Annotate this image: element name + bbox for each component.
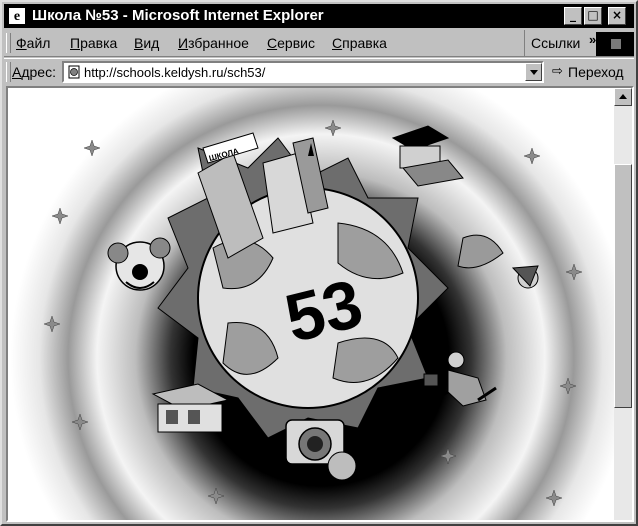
toolbar-grip[interactable]	[6, 62, 11, 82]
throbber	[596, 32, 634, 56]
menu-item-favorites[interactable]: Избранное	[178, 35, 249, 51]
menu-item-edit[interactable]: Правка	[70, 35, 117, 51]
close-icon: ×	[611, 8, 623, 22]
vertical-scrollbar[interactable]	[614, 88, 632, 520]
school-emblem: 53 ШКОЛА	[8, 88, 614, 520]
go-label: Переход	[568, 64, 624, 80]
maximize-button[interactable]: □	[584, 7, 602, 25]
url-input[interactable]	[84, 64, 504, 80]
dropdown-arrow-icon[interactable]	[525, 63, 542, 81]
menu-item-help[interactable]: Справка	[332, 35, 387, 51]
web-page[interactable]: 53 ШКОЛА	[8, 88, 614, 520]
title-bar[interactable]: e Школа №53 - Microsoft Internet Explore…	[4, 4, 634, 28]
scroll-thumb[interactable]	[614, 164, 632, 408]
menu-item-view[interactable]: Вид	[134, 35, 159, 51]
menu-item-tools[interactable]: Сервис	[267, 35, 315, 51]
scroll-up-icon[interactable]	[614, 88, 632, 106]
ie-logo-icon[interactable]: e	[8, 7, 26, 25]
browser-window: e Школа №53 - Microsoft Internet Explore…	[0, 0, 638, 526]
page-icon	[68, 65, 80, 79]
menu-item-file[interactable]: Файл	[16, 35, 50, 51]
windows-logo-icon	[611, 39, 621, 49]
address-bar: Адрес: ⇨ Переход	[4, 58, 634, 85]
close-button[interactable]: ×	[608, 7, 626, 25]
links-toolbar[interactable]: Ссылки »	[524, 30, 596, 56]
maximize-icon: □	[587, 8, 599, 22]
window-title: Школа №53 - Microsoft Internet Explorer	[32, 7, 324, 24]
minimize-icon: _	[570, 8, 576, 22]
toolbar-grip[interactable]	[6, 33, 11, 53]
address-label: Адрес:	[12, 64, 56, 80]
go-arrow-icon: ⇨	[552, 64, 563, 79]
minimize-button[interactable]: _	[564, 7, 582, 25]
menu-bar: Файл Правка Вид Избранное Сервис Справка…	[4, 30, 634, 57]
address-field[interactable]	[62, 61, 544, 83]
content-area: 53 ШКОЛА	[6, 86, 634, 522]
links-label[interactable]: Ссылки	[531, 35, 580, 51]
